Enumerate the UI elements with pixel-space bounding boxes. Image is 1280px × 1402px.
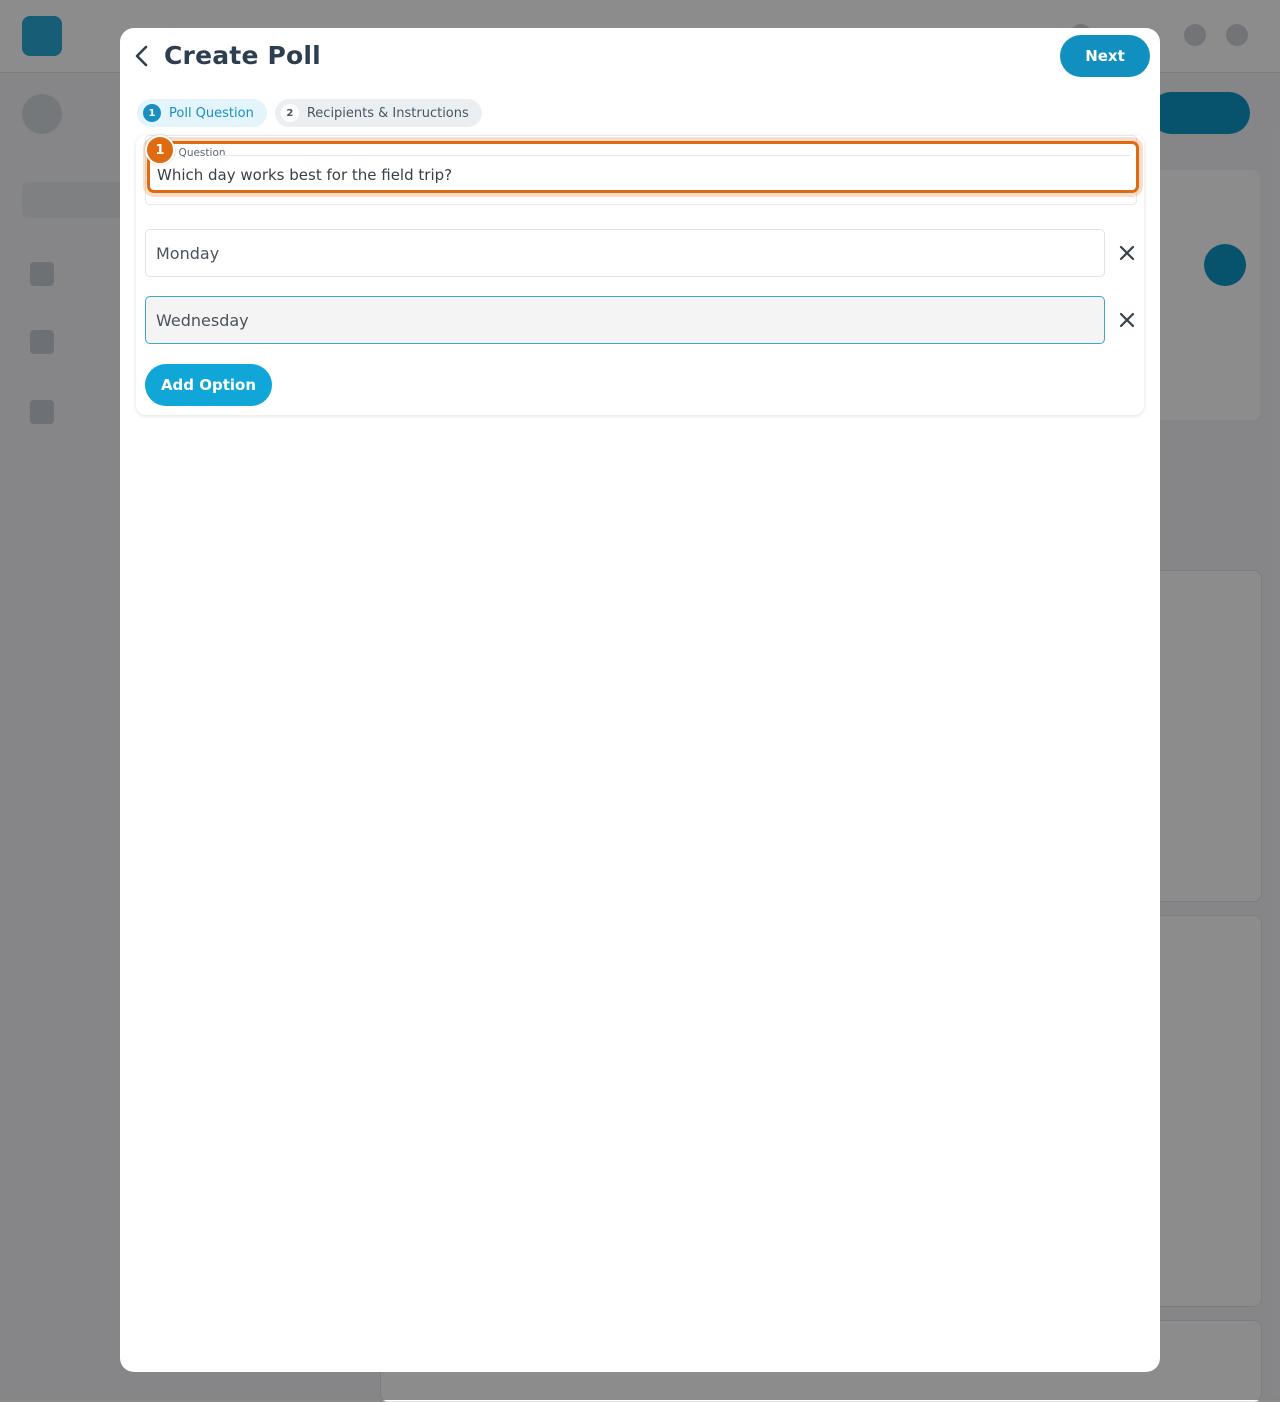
close-icon [1119, 245, 1135, 261]
chevron-left-icon [135, 45, 148, 67]
tab-poll-question[interactable]: 1 Poll Question [137, 99, 267, 127]
page-title: Create Poll [164, 41, 321, 70]
add-option-button[interactable]: Add Option [145, 364, 272, 406]
step-number: 1 [143, 104, 161, 122]
remove-option-button[interactable] [1115, 308, 1139, 332]
remove-option-button[interactable] [1115, 241, 1139, 265]
create-poll-modal: Create Poll Next 1 Poll Question 2 Recip… [120, 28, 1160, 1372]
option-input[interactable] [145, 229, 1105, 277]
poll-form: Poll Question 1 Add Option [136, 135, 1144, 415]
option-row [145, 229, 1145, 277]
next-button[interactable]: Next [1060, 35, 1150, 77]
step-label: Poll Question [169, 105, 254, 121]
poll-question-input[interactable] [157, 166, 1107, 184]
divider [218, 155, 1130, 156]
modal-header: Create Poll Next [120, 28, 1160, 88]
step-number: 2 [280, 104, 299, 122]
poll-question-field[interactable]: Poll Question 1 [145, 135, 1139, 193]
step-label: Recipients & Instructions [306, 105, 469, 121]
option-input[interactable] [145, 296, 1105, 344]
option-row [145, 296, 1145, 344]
back-button[interactable] [128, 42, 156, 70]
close-icon [1119, 312, 1135, 328]
step-tabs: 1 Poll Question 2 Recipients & Instructi… [137, 99, 482, 127]
tab-recipients-instructions[interactable]: 2 Recipients & Instructions [274, 99, 482, 127]
highlight-step-badge: 1 [145, 135, 175, 165]
